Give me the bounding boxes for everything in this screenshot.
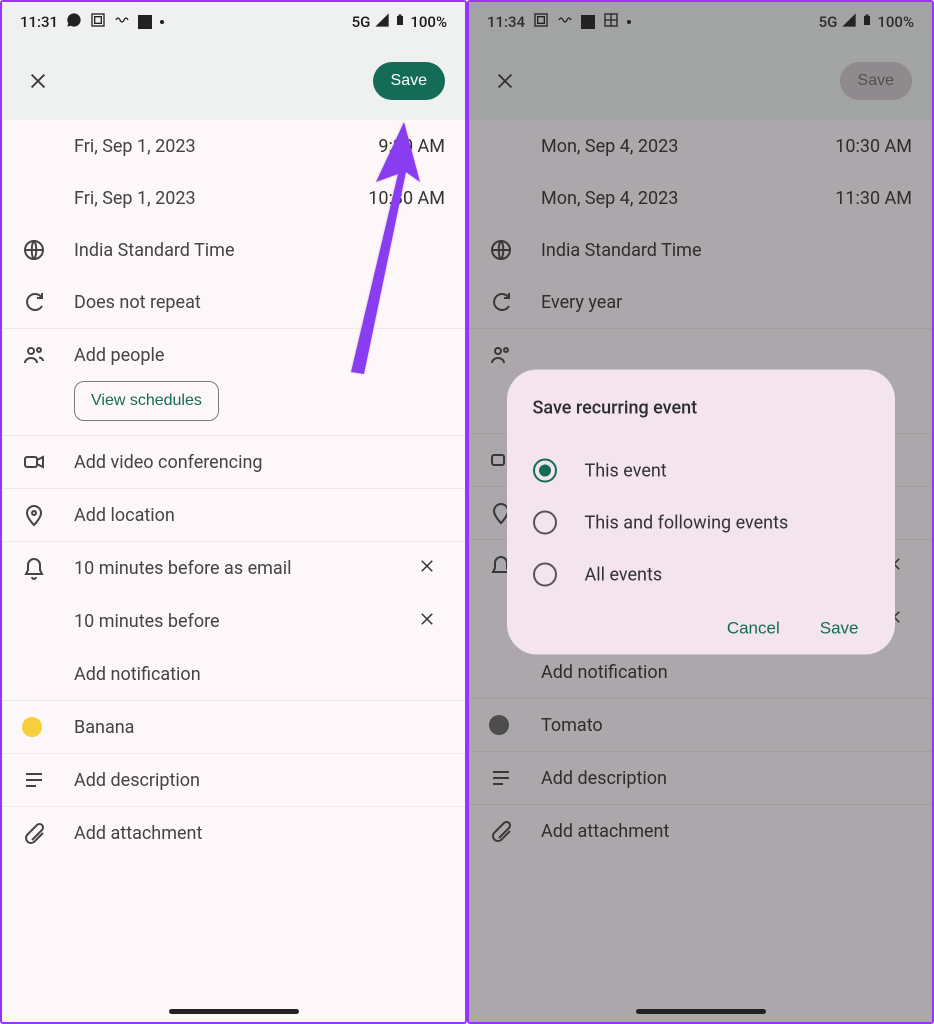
start-date: Fri, Sep 1, 2023 xyxy=(74,136,378,157)
radio-icon xyxy=(533,563,557,587)
remove-notif-1[interactable] xyxy=(409,556,445,581)
radio-icon xyxy=(533,459,557,483)
add-description-row[interactable]: Add description xyxy=(2,754,465,806)
add-notification-row[interactable]: Add notification xyxy=(2,648,465,700)
network-label: 5G xyxy=(352,13,371,31)
app-icon xyxy=(90,12,106,32)
nav-handle[interactable] xyxy=(169,1009,299,1014)
description-icon xyxy=(22,768,74,792)
start-time[interactable]: 9:30 AM xyxy=(378,136,445,157)
dialog-save-button[interactable]: Save xyxy=(820,619,859,639)
repeat-row[interactable]: Does not repeat xyxy=(2,276,465,328)
video-icon xyxy=(22,450,74,474)
end-date: Fri, Sep 1, 2023 xyxy=(74,188,368,209)
more-dot-icon xyxy=(160,20,164,24)
end-date-row[interactable]: Fri, Sep 1, 2023 10:30 AM xyxy=(2,172,465,224)
start-date-row[interactable]: Fri, Sep 1, 2023 9:30 AM xyxy=(2,120,465,172)
dialog-cancel-button[interactable]: Cancel xyxy=(727,619,780,639)
people-icon xyxy=(22,343,74,367)
add-video-row[interactable]: Add video conferencing xyxy=(2,436,465,488)
add-people-row[interactable]: Add people xyxy=(2,329,465,381)
phone-right: 11:34 5G 100% Save Mon, Sep 4, 2023 10:3… xyxy=(467,0,934,1024)
battery-pct: 100% xyxy=(410,13,447,31)
wave-icon xyxy=(114,12,130,32)
add-attachment-row[interactable]: Add attachment xyxy=(2,807,465,859)
whatsapp-icon xyxy=(66,12,82,32)
signal-icon xyxy=(374,12,390,32)
event-form: Fri, Sep 1, 2023 9:30 AM Fri, Sep 1, 202… xyxy=(2,120,465,859)
view-schedules-row: View schedules xyxy=(2,381,465,435)
save-button[interactable]: Save xyxy=(373,62,445,100)
dialog-title: Save recurring event xyxy=(533,398,869,419)
end-time[interactable]: 10:30 AM xyxy=(368,188,445,209)
battery-icon xyxy=(394,11,406,33)
top-bar: Save xyxy=(2,42,465,120)
bell-icon xyxy=(22,557,74,581)
phone-left: 11:31 5G 100% Sa xyxy=(0,0,467,1024)
radio-this-and-following[interactable]: This and following events xyxy=(533,497,869,549)
view-schedules-button[interactable]: View schedules xyxy=(74,381,219,421)
radio-icon xyxy=(533,511,557,535)
square-icon xyxy=(138,15,152,29)
status-time: 11:31 xyxy=(20,13,58,31)
notification-1-row[interactable]: 10 minutes before as email xyxy=(2,542,465,595)
radio-all-events[interactable]: All events xyxy=(533,549,869,601)
nav-handle[interactable] xyxy=(636,1009,766,1014)
calendar-color-row[interactable]: Banana xyxy=(2,701,465,753)
globe-icon xyxy=(22,238,74,262)
radio-this-event[interactable]: This event xyxy=(533,445,869,497)
close-button[interactable] xyxy=(22,65,54,97)
add-location-row[interactable]: Add location xyxy=(2,489,465,541)
notification-2-row[interactable]: 10 minutes before xyxy=(2,595,465,648)
remove-notif-2[interactable] xyxy=(409,609,445,634)
save-recurring-dialog: Save recurring event This event This and… xyxy=(507,370,895,655)
timezone-row[interactable]: India Standard Time xyxy=(2,224,465,276)
attachment-icon xyxy=(22,821,74,845)
calendar-color-dot xyxy=(22,717,42,737)
repeat-icon xyxy=(22,290,74,314)
location-icon xyxy=(22,503,74,527)
status-bar: 11:31 5G 100% xyxy=(2,2,465,42)
